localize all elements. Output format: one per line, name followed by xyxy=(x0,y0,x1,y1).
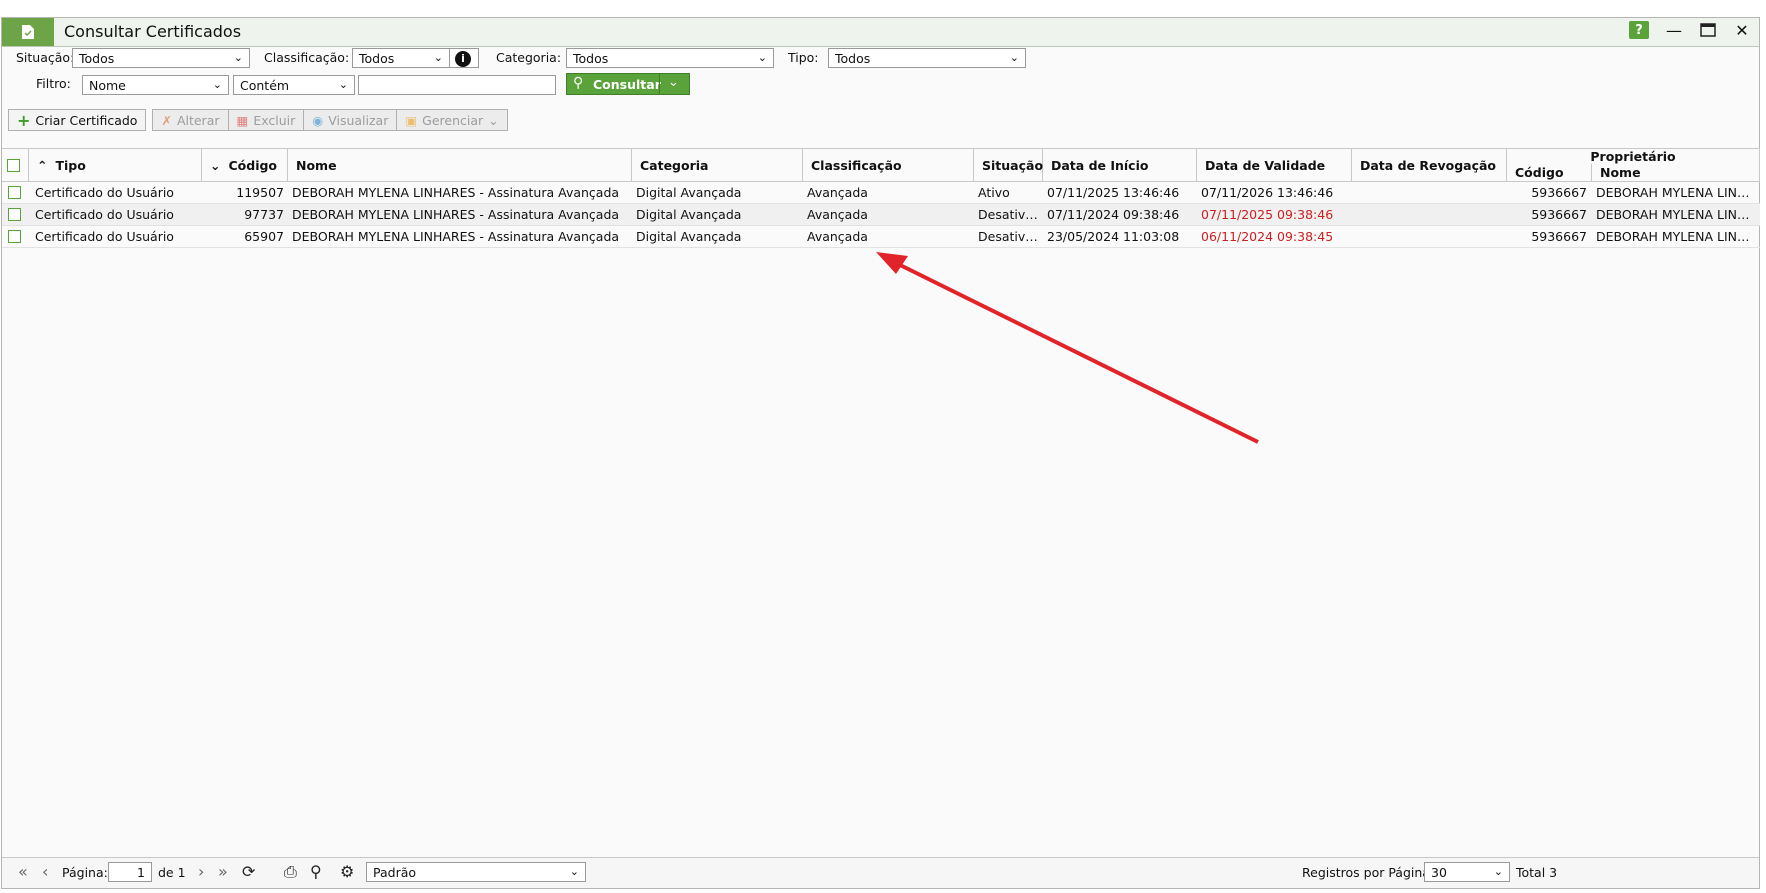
header-nome[interactable]: Nome xyxy=(288,148,632,182)
tools-icon: ✗ xyxy=(161,112,172,128)
minimize-button[interactable]: — xyxy=(1665,21,1683,40)
prev-page-icon[interactable]: ‹ xyxy=(42,862,48,881)
chevron-down-icon: ⌄ xyxy=(212,78,222,91)
chevron-down-icon: ⌄ xyxy=(1493,865,1503,878)
header-data-revogacao[interactable]: Data de Revogação xyxy=(1352,148,1507,182)
classificacao-label: Classificação: xyxy=(264,50,350,65)
categoria-select[interactable]: Todos ⌄ xyxy=(566,48,774,68)
table-row[interactable]: Certificado do Usuário 97737 DEBORAH MYL… xyxy=(2,204,1760,226)
header-tipo[interactable]: ⌃ Tipo xyxy=(29,148,202,182)
lock-icon: ▣ xyxy=(405,112,418,128)
filtro-text-input[interactable] xyxy=(358,75,556,95)
window-title: Consultar Certificados xyxy=(64,22,242,41)
table-row[interactable]: Certificado do Usuário 65907 DEBORAH MYL… xyxy=(2,226,1760,248)
excluir-button[interactable]: ▦ Excluir xyxy=(227,109,304,131)
chevron-down-icon: ⌄ xyxy=(338,78,348,91)
filtro-label: Filtro: xyxy=(36,76,71,91)
row-checkbox[interactable] xyxy=(8,186,21,199)
search-icon[interactable]: ⚲ xyxy=(310,862,322,881)
header-codigo[interactable]: ⌄ Código xyxy=(202,148,288,182)
registros-label: Registros por Página: xyxy=(1302,865,1435,880)
chevron-down-icon: ⌄ xyxy=(569,865,579,878)
header-prop-nome[interactable]: Nome xyxy=(1592,164,1760,182)
gear-icon[interactable]: ⚙ xyxy=(340,862,354,881)
situacao-select[interactable]: Todos ⌄ xyxy=(72,48,250,68)
consultar-button[interactable]: ⚲ Consultar ⌄ xyxy=(566,73,690,95)
layout-select[interactable]: Padrão ⌄ xyxy=(366,862,586,882)
header-situacao[interactable]: Situação xyxy=(974,148,1043,182)
header-categoria[interactable]: Categoria xyxy=(632,148,803,182)
filtro-field-select[interactable]: Nome ⌄ xyxy=(82,75,229,95)
trash-icon: ▦ xyxy=(236,112,249,128)
help-button[interactable]: ? xyxy=(1629,21,1649,39)
alterar-button[interactable]: ✗ Alterar xyxy=(152,109,228,131)
maximize-button[interactable] xyxy=(1699,21,1717,39)
chevron-down-icon[interactable]: ⌄ xyxy=(668,75,679,90)
close-button[interactable]: ✕ xyxy=(1733,21,1751,40)
main-window: Consultar Certificados ? — ✕ Situação: T… xyxy=(1,17,1760,889)
title-bar: Consultar Certificados ? — ✕ xyxy=(2,18,1759,47)
header-data-validade[interactable]: Data de Validade xyxy=(1197,148,1352,182)
row-checkbox[interactable] xyxy=(8,208,21,221)
first-page-icon[interactable]: « xyxy=(18,862,28,881)
plus-icon: + xyxy=(17,110,31,130)
row-checkbox[interactable] xyxy=(8,230,21,243)
gerenciar-button[interactable]: ▣ Gerenciar ⌄ xyxy=(396,109,508,131)
info-icon: i xyxy=(455,51,471,67)
criar-certificado-button[interactable]: + Criar Certificado xyxy=(8,109,147,131)
table-row[interactable]: Certificado do Usuário 119507 DEBORAH MY… xyxy=(2,182,1760,204)
pagination-bar: « ‹ Página: 1 de 1 › » ⟳ ⎙ ⚲ ⚙ Padrão ⌄ R… xyxy=(2,857,1759,888)
header-classificacao[interactable]: Classificação xyxy=(803,148,974,182)
tipo-select[interactable]: Todos ⌄ xyxy=(828,48,1026,68)
eye-icon: ◉ xyxy=(312,112,324,128)
chevron-down-icon: ⌄ xyxy=(210,157,221,173)
page-total-label: de 1 xyxy=(158,865,186,880)
info-button[interactable]: i xyxy=(449,48,479,68)
tipo-label: Tipo: xyxy=(788,50,819,65)
last-page-icon[interactable]: » xyxy=(218,862,228,881)
chevron-down-icon: ⌄ xyxy=(1009,51,1019,64)
page-number-input[interactable]: 1 xyxy=(108,862,152,882)
chevron-down-icon: ⌄ xyxy=(488,112,499,128)
header-prop-codigo[interactable]: Código xyxy=(1507,164,1592,182)
refresh-icon[interactable]: ⟳ xyxy=(242,862,255,881)
document-icon xyxy=(2,18,54,46)
visualizar-button[interactable]: ◉ Visualizar xyxy=(303,109,397,131)
select-all-checkbox[interactable] xyxy=(7,159,20,172)
chevron-down-icon: ⌄ xyxy=(433,51,443,64)
chevron-down-icon: ⌄ xyxy=(757,51,767,64)
registros-select[interactable]: 30 ⌄ xyxy=(1424,862,1510,882)
categoria-label: Categoria: xyxy=(496,50,562,65)
chevron-down-icon: ⌄ xyxy=(233,51,243,64)
search-icon: ⚲ xyxy=(573,75,584,91)
filtro-operator-select[interactable]: Contém ⌄ xyxy=(233,75,355,95)
classificacao-select[interactable]: Todos ⌄ xyxy=(352,48,450,68)
print-icon[interactable]: ⎙ xyxy=(284,862,297,882)
chevron-up-icon: ⌃ xyxy=(37,157,48,173)
pagina-label: Página: xyxy=(62,865,108,880)
header-proprietario: Proprietário xyxy=(1507,148,1760,165)
total-label: Total 3 xyxy=(1516,865,1558,880)
next-page-icon[interactable]: › xyxy=(198,862,204,881)
situacao-label: Situação: xyxy=(16,50,75,65)
header-data-inicio[interactable]: Data de Início xyxy=(1043,148,1197,182)
